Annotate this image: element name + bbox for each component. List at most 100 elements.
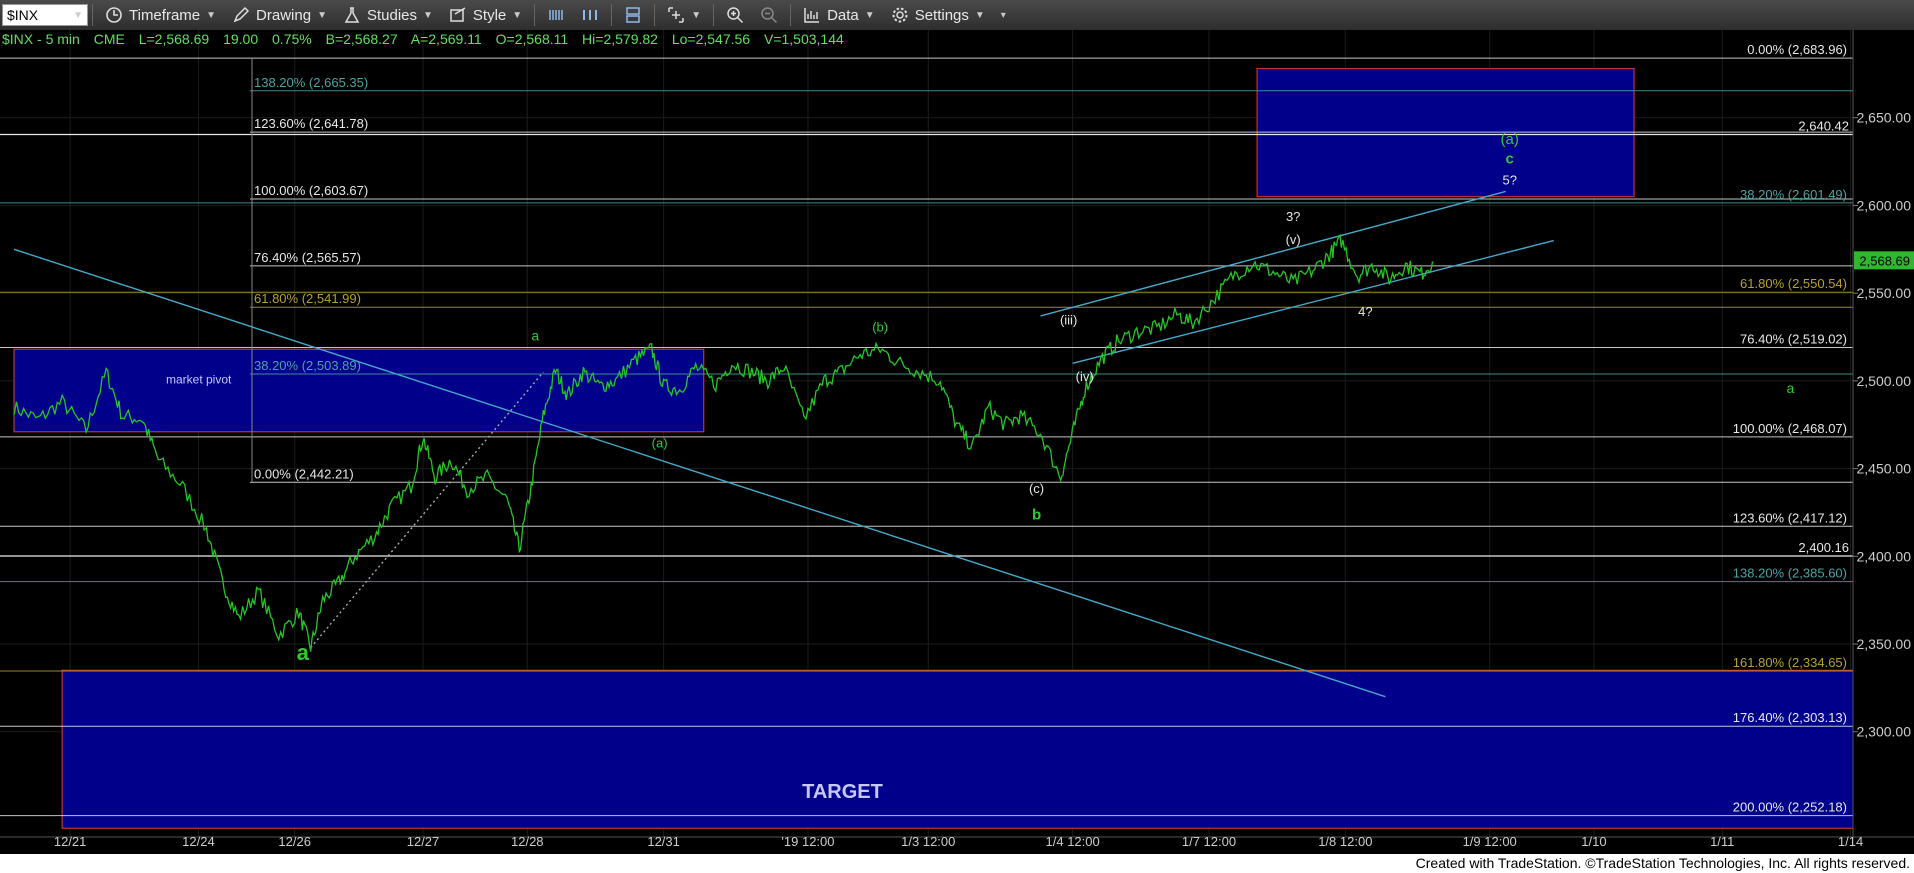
wave-label: a [297,640,310,665]
data-button[interactable]: Data ▼ [795,0,883,30]
data-label: Data [827,6,859,24]
price-chart[interactable]: 2,650.00 2,600.00 2,550.00 2,500.00 2,450.00… [0,30,1914,854]
toolbar-divider [534,4,536,26]
timeframe-label: Timeframe [129,6,201,24]
zoom-out-button[interactable] [752,0,786,30]
drawing-button[interactable]: Drawing ▼ [224,0,335,30]
fib-label: 38.20% (2,503.89) [254,358,361,373]
fib-label: 61.80% (2,550.54) [1740,276,1847,291]
chevron-down-icon: ▼ [512,9,523,21]
wave-label: (v) [1286,232,1301,247]
window-layout-button[interactable] [616,0,650,30]
price-level-label: 2,640.42 [1798,119,1849,134]
fib-label: 138.20% (2,385.60) [1733,566,1847,581]
toolbar-overflow-button[interactable]: ▾ [993,0,1014,30]
y-tick-label: 2,300.00 [1857,724,1912,740]
drawing-label: Drawing [256,6,312,24]
crosshair-icon [668,7,684,23]
fib-label: 76.40% (2,565.57) [254,250,361,265]
pencil-icon [233,6,250,23]
box-label: TARGET [802,781,883,803]
fib-label: 123.60% (2,641.78) [254,116,368,131]
chevron-down-icon: ▼ [974,9,985,21]
fib-label: 0.00% (2,442.21) [254,466,354,481]
toolbar-divider [713,4,715,26]
studies-button[interactable]: Studies ▼ [335,0,441,30]
box-label: market pivot [166,372,232,386]
wave-label: (a) [652,436,668,451]
symbol-input[interactable]: $INX ▼ [2,4,88,26]
wave-label: (c) [1029,481,1044,496]
x-tick-label: 12/26 [278,834,311,849]
toolbar: $INX ▼ Timeframe ▼ Drawing ▼ Studies ▼ S… [0,0,1914,31]
x-tick-label: 1/3 12:00 [901,834,955,849]
y-tick-label: 2,600.00 [1857,197,1912,213]
chart-area[interactable]: 2,650.00 2,600.00 2,550.00 2,500.00 2,450.00… [0,30,1914,854]
wave-label: a [1787,380,1795,396]
fib-label: 61.80% (2,541.99) [254,291,361,306]
toolbar-divider [611,4,613,26]
y-tick-label: 2,650.00 [1857,110,1912,126]
x-tick-label: 12/24 [182,834,215,849]
layout-icon [626,7,640,23]
symbol-info-line: $INX - 5 min CME L=2,568.69 19.00 0.75% … [2,31,854,47]
style-button[interactable]: Style ▼ [441,0,530,30]
style-icon [450,7,466,22]
info-open: O=2,568.11 [495,31,569,47]
info-volume: V=1,503,144 [763,31,844,47]
info-exchange: CME [93,31,125,47]
fib-label: 0.00% (2,683.96) [1747,42,1847,57]
price-level-label: 2,400.16 [1798,540,1849,555]
flask-icon [344,7,360,23]
wave-label: (a) [1501,131,1519,148]
info-ask: A=2,569.11 [410,31,482,47]
x-tick-label: 12/27 [407,834,440,849]
fib-label: 100.00% (2,468.07) [1733,421,1847,436]
bar-spacing-increase-button[interactable] [573,0,607,30]
toolbar-divider [92,4,93,26]
gear-icon [892,7,908,23]
chevron-down-icon: ▼ [864,9,875,21]
info-bid: B=2,568.27 [325,31,398,47]
cursor-mode-button[interactable]: ▼ [659,0,709,30]
symbol-value: $INX [7,7,39,23]
chart-icon [804,8,820,23]
timeframe-button[interactable]: Timeframe ▼ [97,0,224,30]
clock-icon [106,7,122,23]
bar-spacing-decrease-button[interactable] [539,0,573,30]
bars-narrow-icon [549,10,563,20]
x-tick-label: 1/11 [1710,834,1734,849]
fib-label: 138.20% (2,665.35) [254,75,368,90]
x-tick-label: 1/4 12:00 [1046,834,1100,849]
wave-label: 4? [1358,304,1372,319]
fib-label: 76.40% (2,519.02) [1740,332,1847,347]
chevron-down-icon[interactable]: ▼ [73,10,83,21]
x-tick-label: 1/10 [1581,834,1606,849]
fib-label: 100.00% (2,603.67) [254,183,368,198]
bars-wide-icon [583,10,598,20]
info-symbol: $INX - 5 min [2,31,80,47]
fib-label: 161.80% (2,334.65) [1733,655,1847,670]
settings-button[interactable]: Settings ▼ [883,0,993,30]
wave-label: b [1032,506,1041,523]
chevron-down-icon: ▼ [317,9,327,21]
last-price-label: 2,568.69 [1859,253,1910,268]
x-tick-label: 12/21 [54,834,87,849]
chevron-down-icon: ▾ [1000,9,1006,21]
info-change: 19.00 [223,31,259,47]
info-last: L=2,568.69 [138,31,210,47]
zoom-in-icon [727,7,744,24]
x-tick-label: 12/31 [647,834,680,849]
wave-label: c [1506,150,1514,167]
chevron-down-icon: ▼ [691,9,702,21]
y-axis-panel [1853,30,1914,837]
y-tick-label: 2,450.00 [1857,461,1912,477]
wave-label: 3? [1286,209,1300,224]
info-pct: 0.75% [272,31,312,47]
fib-label: 38.20% (2,601.49) [1740,187,1847,202]
projection-box [61,669,1914,829]
wave-label: (iv) [1076,369,1094,384]
wave-label: (b) [872,320,888,335]
wave-label: a [531,328,539,344]
zoom-in-button[interactable] [718,0,752,30]
